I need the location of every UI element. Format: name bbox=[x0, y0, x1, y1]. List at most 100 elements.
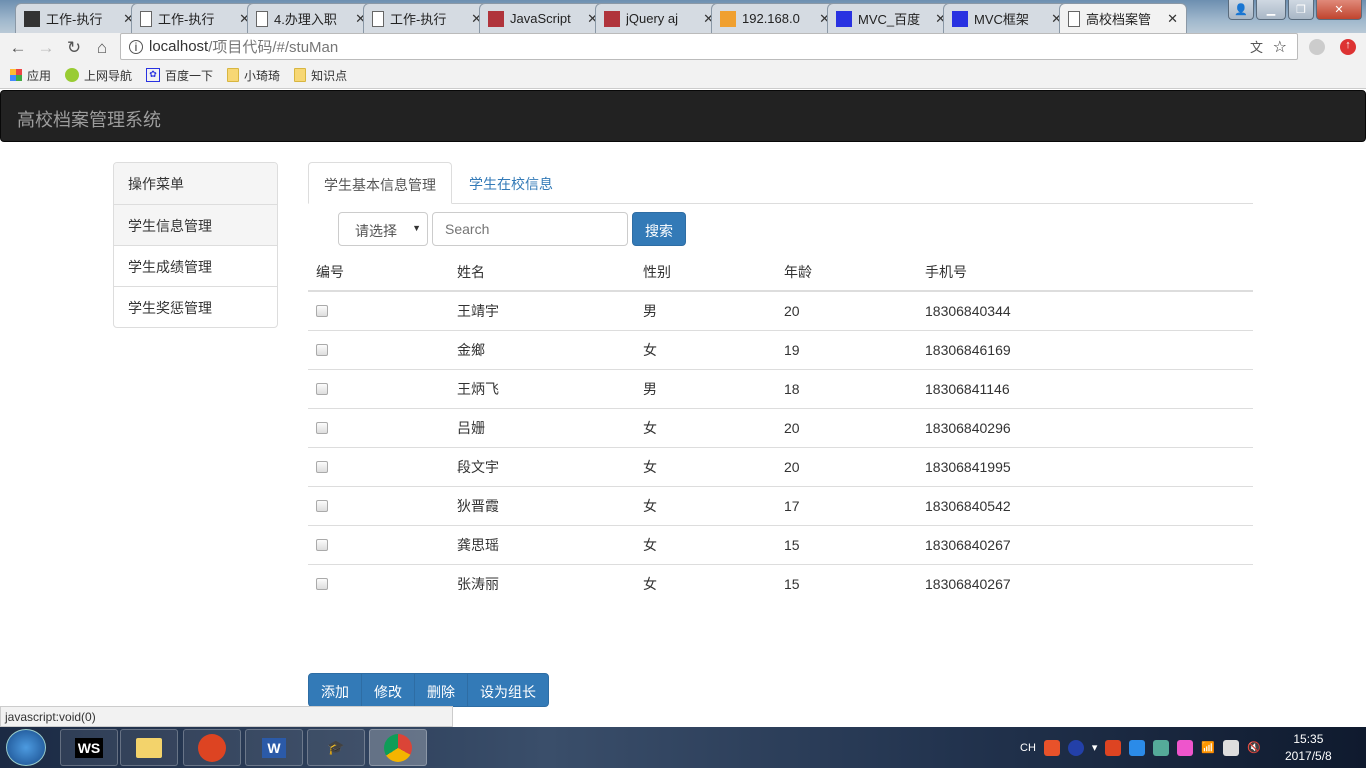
folder-icon bbox=[294, 68, 307, 82]
translate-icon[interactable]: ⽂ bbox=[1250, 37, 1263, 56]
cell-select bbox=[308, 290, 449, 330]
bookmark-folder-1[interactable]: 小琦琦 bbox=[227, 67, 280, 84]
bookmark-apps[interactable]: 应用 bbox=[10, 67, 51, 84]
power-icon[interactable] bbox=[1223, 739, 1240, 756]
browser-tab[interactable]: jQuery aj ✕ bbox=[595, 3, 723, 33]
taskbar-netease-music[interactable] bbox=[183, 729, 241, 766]
row-checkbox[interactable] bbox=[316, 343, 328, 356]
page-icon bbox=[140, 10, 152, 27]
clock-date: 2017/5/8 bbox=[1285, 749, 1332, 763]
tab-title: 工作-执行 bbox=[46, 12, 103, 27]
row-checkbox[interactable] bbox=[316, 304, 328, 317]
add-button[interactable]: 添加 bbox=[308, 673, 362, 707]
cell-sex: 女 bbox=[635, 329, 776, 369]
webstorm-icon bbox=[24, 10, 40, 27]
taskbar-word[interactable]: W bbox=[245, 729, 303, 766]
back-icon[interactable]: ← bbox=[4, 38, 32, 58]
row-checkbox[interactable] bbox=[316, 382, 328, 395]
row-checkbox[interactable] bbox=[316, 421, 328, 434]
minimize-button[interactable]: ▁ bbox=[1256, 0, 1286, 20]
tray-expand-icon[interactable]: ▾ bbox=[1092, 741, 1098, 754]
search-input[interactable] bbox=[432, 212, 628, 246]
cell-sex: 男 bbox=[635, 290, 776, 330]
cell-age: 15 bbox=[776, 563, 917, 603]
qq-icon[interactable] bbox=[1177, 739, 1194, 756]
browser-tab[interactable]: 高校档案管 ✕ bbox=[1059, 3, 1187, 33]
row-checkbox[interactable] bbox=[316, 577, 328, 590]
tab-school-info[interactable]: 学生在校信息 bbox=[454, 162, 568, 204]
network-app-icon[interactable] bbox=[1153, 739, 1170, 756]
taskbar-explorer[interactable] bbox=[120, 729, 178, 766]
close-window-button[interactable]: ✕ bbox=[1316, 0, 1362, 20]
start-button[interactable] bbox=[6, 729, 46, 766]
cell-name: 张涛丽 bbox=[449, 563, 635, 603]
sogou-icon[interactable] bbox=[1043, 739, 1060, 756]
signal-icon[interactable]: 📶 bbox=[1201, 741, 1215, 754]
profile-button[interactable]: 👤 bbox=[1228, 0, 1254, 20]
bookmark-star-icon[interactable]: ☆ bbox=[1273, 37, 1287, 57]
cell-age: 20 bbox=[776, 446, 917, 486]
cell-sex: 女 bbox=[635, 446, 776, 486]
info-icon[interactable]: i bbox=[129, 39, 143, 54]
browser-tab[interactable]: MVC_百度 ✕ bbox=[827, 3, 955, 33]
browser-tab[interactable]: 192.168.0 ✕ bbox=[711, 3, 839, 33]
clock[interactable]: 15:35 2017/5/8 bbox=[1285, 731, 1332, 765]
bookmark-folder-2[interactable]: 知识点 bbox=[294, 67, 347, 84]
maximize-button[interactable]: ❐ bbox=[1288, 0, 1314, 20]
address-bar[interactable]: i localhost/项目代码/#/stuMan ⽂ ☆ bbox=[120, 33, 1298, 60]
tab-close-icon[interactable]: ✕ bbox=[1167, 11, 1178, 27]
forward-icon[interactable]: → bbox=[32, 38, 60, 58]
filter-select[interactable]: 请选择 ▼ bbox=[338, 212, 428, 246]
col-sex: 性别 bbox=[635, 253, 776, 292]
browser-tab[interactable]: 4.办理入职 ✕ bbox=[247, 3, 375, 33]
taskbar: WS W 🎓 CH ▾ 📶 🔇 15:35 2017/5/8 bbox=[0, 727, 1366, 768]
chrome-icon bbox=[384, 733, 412, 762]
volume-muted-icon[interactable]: 🔇 bbox=[1247, 741, 1261, 754]
brand[interactable]: 高校档案管理系统 bbox=[17, 110, 161, 130]
menu-item-student-info[interactable]: 学生信息管理 bbox=[114, 204, 277, 245]
browser-tab[interactable]: JavaScript ✕ bbox=[479, 3, 607, 33]
browser-tab[interactable]: 工作-执行 ✕ bbox=[15, 3, 143, 33]
bookmark-nav[interactable]: 上网导航 bbox=[65, 67, 132, 84]
netease-tray-icon[interactable] bbox=[1105, 739, 1122, 756]
reload-icon[interactable]: ↻ bbox=[60, 38, 88, 58]
edit-button[interactable]: 修改 bbox=[361, 673, 415, 707]
cell-select bbox=[308, 446, 449, 486]
bookmark-baidu[interactable]: ✿ 百度一下 bbox=[146, 67, 213, 84]
menu-item-student-rewards[interactable]: 学生奖惩管理 bbox=[114, 286, 277, 327]
tab-basic-info[interactable]: 学生基本信息管理 bbox=[308, 162, 452, 204]
row-checkbox[interactable] bbox=[316, 499, 328, 512]
search-button[interactable]: 搜索 bbox=[632, 212, 686, 246]
cell-name: 狄晋霞 bbox=[449, 485, 635, 525]
browser-tab[interactable]: 工作-执行 ✕ bbox=[363, 3, 491, 33]
w3-icon bbox=[488, 10, 504, 27]
row-checkbox[interactable] bbox=[316, 538, 328, 551]
set-leader-button[interactable]: 设为组长 bbox=[467, 673, 549, 707]
cell-name: 段文宇 bbox=[449, 446, 635, 486]
update-icon[interactable]: ↑ bbox=[1340, 39, 1356, 55]
cell-age: 20 bbox=[776, 290, 917, 330]
help-icon[interactable] bbox=[1067, 739, 1084, 756]
select-value: 请选择 bbox=[355, 223, 397, 239]
cell-phone: 18306840344 bbox=[917, 290, 1253, 330]
cell-phone: 18306841146 bbox=[917, 368, 1253, 408]
browser-tab[interactable]: MVC框架 ✕ bbox=[943, 3, 1071, 33]
taskbar-webstorm[interactable]: WS bbox=[60, 729, 118, 766]
taskbar-chrome[interactable] bbox=[369, 729, 427, 766]
table-row: 王炳飞男 18 18306841146 bbox=[308, 368, 1253, 408]
menu-item-student-grades[interactable]: 学生成绩管理 bbox=[114, 245, 277, 286]
cell-select bbox=[308, 368, 449, 408]
shield-icon[interactable] bbox=[1129, 739, 1146, 756]
browser-tab[interactable]: 工作-执行 ✕ bbox=[131, 3, 259, 33]
delete-button[interactable]: 删除 bbox=[414, 673, 468, 707]
table-row: 吕姗女 20 18306840296 bbox=[308, 407, 1253, 447]
row-checkbox[interactable] bbox=[316, 460, 328, 473]
extension-icon[interactable] bbox=[1309, 39, 1325, 55]
language-indicator[interactable]: CH bbox=[1020, 742, 1036, 754]
tab-title: MVC框架 bbox=[974, 12, 1029, 27]
cell-phone: 18306846169 bbox=[917, 329, 1253, 369]
taskbar-app[interactable]: 🎓 bbox=[307, 729, 365, 766]
home-icon[interactable]: ⌂ bbox=[88, 38, 116, 58]
clock-time: 15:35 bbox=[1293, 732, 1324, 746]
table-row: 张涛丽女 15 18306840267 bbox=[308, 563, 1253, 603]
